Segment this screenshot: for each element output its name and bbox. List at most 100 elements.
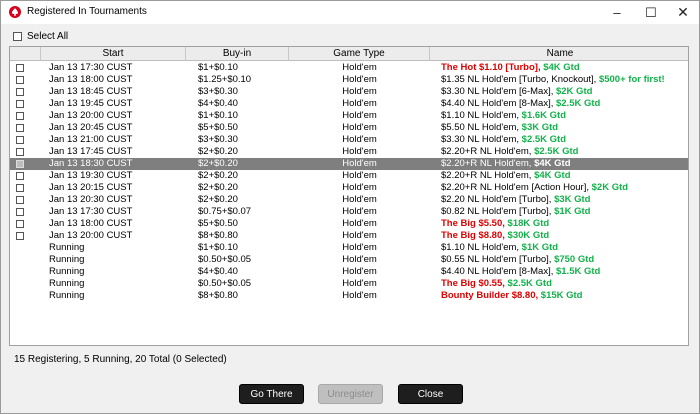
tournament-name-cell: $0.55 NL Hold'em [Turbo], $750 Gtd — [441, 254, 688, 266]
row-checkbox[interactable] — [16, 64, 24, 72]
table-row[interactable]: Running $0.50+$0.05 Hold'em The Big $0.55, … — [10, 278, 688, 290]
close-window-icon[interactable]: ✕ — [667, 1, 699, 24]
name-segment: $1.6K Gtd — [521, 110, 567, 121]
buyin-cell: $1+$0.10 — [198, 62, 238, 73]
buyin-cell: $0.50+$0.05 — [198, 278, 252, 289]
buyin-cell: $2+$0.20 — [198, 158, 238, 169]
buyin-cell: $5+$0.50 — [198, 122, 238, 133]
row-select-cell — [16, 86, 28, 98]
game-type-cell: Hold'em — [342, 182, 377, 193]
buyin-cell: $3+$0.30 — [198, 134, 238, 145]
table-row[interactable]: Jan 13 19:45 CUST $4+$0.40 Hold'em $4.40 NL… — [10, 98, 688, 110]
start-cell: Jan 13 18:45 CUST — [49, 86, 133, 97]
row-select-cell — [16, 122, 28, 134]
name-segment: $3.30 NL Hold'em [6-Max], — [441, 86, 556, 97]
buyin-cell: $4+$0.40 — [198, 98, 238, 109]
table-row[interactable]: Running $0.50+$0.05 Hold'em $0.55 NL Hold'e… — [10, 254, 688, 266]
buyin-cell: $1+$0.10 — [198, 242, 238, 253]
row-checkbox[interactable] — [16, 220, 24, 228]
table-row[interactable]: Jan 13 17:30 CUST $1+$0.10 Hold'em The Hot … — [10, 62, 688, 74]
start-cell: Running — [49, 278, 85, 289]
column-header-buyin[interactable]: Buy-in — [186, 47, 289, 61]
start-cell: Jan 13 20:45 CUST — [49, 122, 133, 133]
go-there-button[interactable]: Go There — [239, 384, 304, 404]
table-row[interactable]: Running $8+$0.80 Hold'em Bounty Builder $8.… — [10, 290, 688, 302]
game-type-cell: Hold'em — [342, 266, 377, 277]
table-row[interactable]: Running $1+$0.10 Hold'em $1.10 NL Hold'em, … — [10, 242, 688, 254]
column-header-select[interactable] — [10, 47, 41, 61]
select-all-label: Select All — [27, 31, 69, 42]
name-segment: $2.20+R NL Hold'em, — [441, 146, 535, 157]
row-checkbox[interactable] — [16, 160, 24, 168]
name-segment: $1K Gtd — [554, 206, 591, 217]
row-select-cell — [16, 110, 28, 122]
table-row[interactable]: Running $4+$0.40 Hold'em $4.40 NL Hold'em [… — [10, 266, 688, 278]
tournament-name-cell: The Hot $1.10 [Turbo], $4K Gtd — [441, 62, 688, 74]
tournament-name-cell: The Big $5.50, $18K Gtd — [441, 218, 688, 230]
column-header-start[interactable]: Start — [41, 47, 186, 61]
name-segment: $2K Gtd — [555, 86, 593, 97]
start-cell: Jan 13 18:30 CUST — [49, 158, 133, 169]
tournament-name-cell: $2.20+R NL Hold'em, $4K Gtd — [441, 170, 688, 182]
table-row[interactable]: Jan 13 18:45 CUST $3+$0.30 Hold'em $3.30 NL… — [10, 86, 688, 98]
column-header-name[interactable]: Name — [430, 47, 688, 61]
pokerstars-spade-icon — [9, 6, 21, 18]
row-checkbox[interactable] — [16, 76, 24, 84]
row-checkbox[interactable] — [16, 136, 24, 144]
start-cell: Jan 13 17:45 CUST — [49, 146, 133, 157]
table-body: Jan 13 17:30 CUST $1+$0.10 Hold'em The Hot … — [10, 62, 688, 302]
table-row[interactable]: Jan 13 20:30 CUST $2+$0.20 Hold'em $2.20 NL… — [10, 194, 688, 206]
start-cell: Running — [49, 242, 85, 253]
unregister-button[interactable]: Unregister — [318, 384, 383, 404]
game-type-cell: Hold'em — [342, 98, 377, 109]
buyin-cell: $2+$0.20 — [198, 170, 238, 181]
close-button[interactable]: Close — [398, 384, 463, 404]
name-segment: $750 Gtd — [554, 254, 595, 265]
row-checkbox[interactable] — [16, 208, 24, 216]
buyin-cell: $8+$0.80 — [198, 230, 238, 241]
title-bar[interactable]: Registered In Tournaments – ☐ ✕ — [1, 1, 699, 24]
row-checkbox[interactable] — [16, 124, 24, 132]
game-type-cell: Hold'em — [342, 290, 377, 301]
row-checkbox[interactable] — [16, 88, 24, 96]
status-text: 15 Registering, 5 Running, 20 Total (0 S… — [14, 354, 227, 365]
name-segment: $3.30 NL Hold'em, — [441, 134, 522, 145]
name-segment: $2.5K Gtd — [534, 146, 579, 157]
tournament-name-cell: $3.30 NL Hold'em [6-Max], $2K Gtd — [441, 86, 688, 98]
row-checkbox[interactable] — [16, 184, 24, 192]
table-row[interactable]: Jan 13 17:45 CUST $2+$0.20 Hold'em $2.20+R … — [10, 146, 688, 158]
row-checkbox[interactable] — [16, 172, 24, 180]
row-checkbox[interactable] — [16, 196, 24, 204]
row-checkbox[interactable] — [16, 148, 24, 156]
row-select-cell — [16, 278, 28, 290]
table-row[interactable]: Jan 13 18:30 CUST $2+$0.20 Hold'em $2.20+R … — [10, 158, 688, 170]
table-row[interactable]: Jan 13 18:00 CUST $1.25+$0.10 Hold'em $1.35… — [10, 74, 688, 86]
table-row[interactable]: Jan 13 20:15 CUST $2+$0.20 Hold'em $2.20+R … — [10, 182, 688, 194]
column-header-game-type[interactable]: Game Type — [289, 47, 430, 61]
name-segment: $3K Gtd — [521, 122, 559, 133]
maximize-icon[interactable]: ☐ — [635, 1, 667, 24]
row-select-cell — [16, 134, 28, 146]
start-cell: Running — [49, 266, 85, 277]
row-checkbox[interactable] — [16, 232, 24, 240]
start-cell: Jan 13 17:30 CUST — [49, 206, 133, 217]
row-checkbox[interactable] — [16, 112, 24, 120]
window-title: Registered In Tournaments — [27, 6, 147, 17]
table-row[interactable]: Jan 13 20:00 CUST $1+$0.10 Hold'em $1.10 NL… — [10, 110, 688, 122]
select-all-control[interactable]: Select All — [13, 31, 68, 42]
row-checkbox[interactable] — [16, 100, 24, 108]
name-segment: $4.40 NL Hold'em [8-Max], — [441, 266, 556, 277]
table-row[interactable]: Jan 13 20:00 CUST $8+$0.80 Hold'em The Big … — [10, 230, 688, 242]
table-header: Start Buy-in Game Type Name — [10, 47, 688, 61]
table-row[interactable]: Jan 13 17:30 CUST $0.75+$0.07 Hold'em $0.82… — [10, 206, 688, 218]
table-row[interactable]: Jan 13 20:45 CUST $5+$0.50 Hold'em $5.50 NL… — [10, 122, 688, 134]
table-row[interactable]: Jan 13 21:00 CUST $3+$0.30 Hold'em $3.30 NL… — [10, 134, 688, 146]
table-row[interactable]: Jan 13 19:30 CUST $2+$0.20 Hold'em $2.20+R … — [10, 170, 688, 182]
name-segment: The Big $5.50, — [441, 218, 508, 229]
game-type-cell: Hold'em — [342, 170, 377, 181]
name-segment: $2.20+R NL Hold'em [Action Hour], — [441, 182, 592, 193]
table-row[interactable]: Jan 13 18:00 CUST $5+$0.50 Hold'em The Big … — [10, 218, 688, 230]
buyin-cell: $4+$0.40 — [198, 266, 238, 277]
minimize-icon[interactable]: – — [601, 1, 633, 24]
select-all-checkbox[interactable] — [13, 32, 22, 41]
